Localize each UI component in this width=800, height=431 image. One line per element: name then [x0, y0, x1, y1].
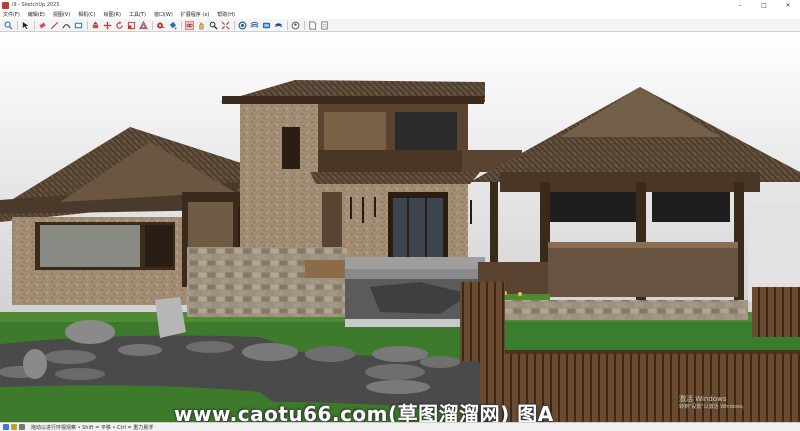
window-title: i9 - SketchUp 2025: [12, 2, 60, 8]
zoom-icon[interactable]: [209, 21, 218, 30]
main-house-left-wall: [240, 104, 318, 254]
extension-icon[interactable]: [250, 21, 259, 30]
menu-help[interactable]: 帮助(H): [217, 11, 235, 18]
main-toolbar: [0, 19, 800, 32]
pavilion-bar-counter: [548, 242, 738, 297]
front-door: [322, 192, 342, 252]
boulder: [65, 320, 115, 344]
toolbar-separator: [152, 20, 153, 30]
close-button[interactable]: ✕: [776, 0, 800, 10]
paint-bucket-icon[interactable]: [168, 21, 177, 30]
menu-bar: 文件(F) 编辑(E) 视图(V) 相机(C) 绘图(R) 工具(T) 窗口(W…: [0, 10, 800, 19]
windows-activation-notice: 激活 Windows 转到"设置"以激活 Windows。: [679, 395, 748, 411]
front-steps: [345, 257, 485, 269]
status-bar: 拖动以进行环视观察 • Shift = 平移 • Ctrl = 重力悬浮: [0, 422, 800, 431]
maximize-button[interactable]: □: [752, 0, 776, 10]
main-house-small-window: [282, 127, 300, 169]
toolbar-separator: [234, 20, 235, 30]
menu-view[interactable]: 视图(V): [53, 11, 70, 18]
page-icon[interactable]: [320, 21, 329, 30]
styles-icon[interactable]: [274, 21, 283, 30]
window-controls: – □ ✕: [728, 0, 800, 10]
menu-camera[interactable]: 相机(C): [78, 11, 95, 18]
menu-file[interactable]: 文件(F): [3, 11, 20, 18]
credits-icon[interactable]: [19, 424, 25, 430]
activation-line1: 激活 Windows: [679, 395, 727, 403]
right-fence: [752, 287, 800, 337]
line-icon[interactable]: [50, 21, 59, 30]
toolbar-separator: [181, 20, 182, 30]
move-icon[interactable]: [103, 20, 112, 30]
menu-tools[interactable]: 工具(T): [129, 11, 146, 18]
rotate-icon[interactable]: [115, 20, 124, 30]
search-icon[interactable]: [4, 21, 13, 30]
offset-icon[interactable]: [139, 20, 148, 30]
toolbar-separator: [304, 20, 305, 30]
status-icons: [3, 424, 27, 430]
title-bar: i9 - SketchUp 2025 – □ ✕: [0, 0, 800, 10]
toolbar-separator: [87, 20, 88, 30]
tape-measure-icon[interactable]: [156, 21, 165, 30]
toolbar-separator: [17, 20, 18, 30]
info-icon[interactable]: [3, 424, 9, 430]
rectangle-icon[interactable]: [74, 21, 83, 30]
pavilion-tv-left: [548, 192, 638, 222]
account-icon[interactable]: [291, 21, 300, 30]
sketchup-scene[interactable]: [0, 32, 800, 422]
menu-extensions[interactable]: 扩展程序 (x): [181, 11, 209, 18]
select-icon[interactable]: [21, 21, 30, 30]
activation-line2: 转到"设置"以激活 Windows。: [679, 404, 748, 410]
warehouse-icon[interactable]: [238, 21, 247, 30]
sketchup-logo-icon: [2, 1, 9, 9]
pavilion-tv-right: [652, 192, 730, 222]
zoom-extents-icon[interactable]: [221, 21, 230, 30]
status-hint: 拖动以进行环视观察 • Shift = 平移 • Ctrl = 重力悬浮: [31, 424, 154, 431]
geo-icon[interactable]: [11, 424, 17, 430]
document-icon[interactable]: [308, 21, 317, 30]
eraser-icon[interactable]: [38, 21, 47, 30]
toolbar-separator: [34, 20, 35, 30]
model-viewport[interactable]: [0, 32, 800, 422]
stone-retaining-wall: [187, 247, 347, 317]
menu-draw[interactable]: 绘图(R): [104, 11, 121, 18]
scale-icon[interactable]: [127, 21, 136, 30]
layout-icon[interactable]: [262, 21, 271, 30]
menu-window[interactable]: 窗口(W): [154, 11, 173, 18]
menu-edit[interactable]: 编辑(E): [28, 11, 45, 18]
minimize-button[interactable]: –: [728, 0, 752, 10]
orbit-icon[interactable]: [185, 20, 194, 30]
arc-icon[interactable]: [62, 21, 71, 30]
pan-icon[interactable]: [197, 21, 206, 30]
balcony-railing: [318, 150, 468, 172]
push-pull-icon[interactable]: [91, 20, 100, 30]
toolbar-separator: [287, 20, 288, 30]
